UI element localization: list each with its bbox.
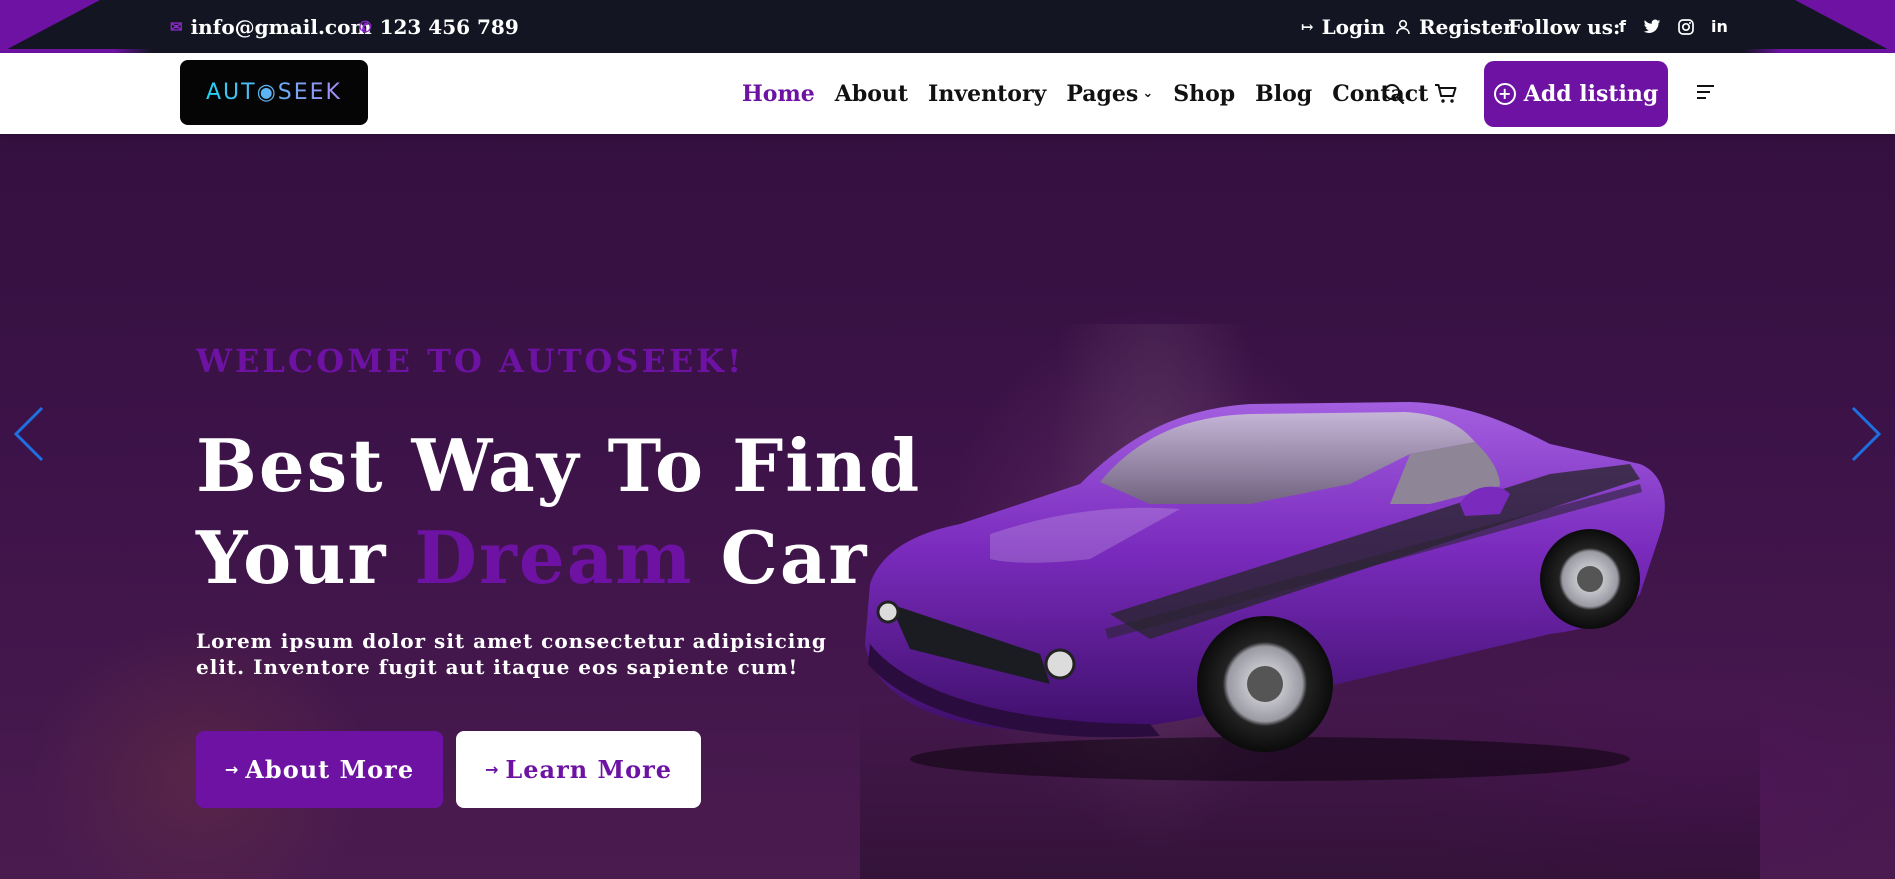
login-link[interactable]: ↦ Login	[1301, 0, 1385, 53]
follow-us-label: Follow us:	[1508, 0, 1620, 53]
instagram-icon[interactable]	[1678, 18, 1694, 35]
add-listing-label: Add listing	[1523, 81, 1659, 107]
nav-inventory[interactable]: Inventory	[928, 81, 1046, 107]
linkedin-icon[interactable]: in	[1711, 17, 1728, 36]
chevron-down-icon: ⌄	[1142, 86, 1154, 101]
logo-text: AUT◉SEEK	[206, 80, 342, 105]
arrow-right-icon: →	[484, 760, 500, 779]
learn-more-label: Learn More	[505, 755, 673, 784]
learn-more-button[interactable]: → Learn More	[456, 731, 701, 808]
phone-icon: ✆	[359, 17, 372, 36]
add-listing-button[interactable]: + Add listing	[1484, 61, 1668, 127]
nav-contact[interactable]: Contact	[1332, 81, 1428, 107]
mail-icon: ✉	[170, 17, 183, 36]
plus-circle-icon: +	[1493, 83, 1516, 105]
login-label: Login	[1321, 14, 1386, 39]
nav-pages-label: Pages	[1066, 80, 1139, 107]
next-slide-arrow-icon[interactable]	[1845, 404, 1885, 464]
hero-slider: WELCOME TO AUTOSEEK! Best Way To Find Yo…	[0, 134, 1895, 879]
about-more-button[interactable]: → About More	[196, 731, 443, 808]
hero-welcome: WELCOME TO AUTOSEEK!	[196, 342, 745, 380]
email-text: info@gmail.com	[190, 14, 372, 39]
hero-description: Lorem ipsum dolor sit amet consectetur a…	[196, 629, 827, 679]
register-link[interactable]: Register	[1395, 0, 1514, 53]
headline-line-1: Best Way To Find	[196, 423, 922, 508]
topbar-right-accent	[1795, 0, 1895, 53]
nav-pages[interactable]: Pages ⌄	[1066, 81, 1153, 107]
register-label: Register	[1419, 14, 1514, 39]
login-icon: ↦	[1301, 17, 1314, 36]
cart-icon	[1435, 83, 1457, 103]
user-icon	[1396, 19, 1410, 34]
phone-text: 123 456 789	[379, 14, 519, 39]
topbar-left-accent	[0, 0, 100, 53]
arrow-right-icon: →	[224, 760, 240, 779]
nav-blog[interactable]: Blog	[1255, 81, 1312, 107]
twitter-icon[interactable]	[1643, 19, 1661, 35]
nav-home[interactable]: Home	[742, 81, 815, 107]
about-more-label: About More	[245, 755, 415, 784]
headline-line-2: Your Dream Car	[196, 512, 921, 604]
facebook-icon[interactable]: f	[1619, 17, 1626, 36]
hero-headline: Best Way To Find Your Dream Car	[196, 420, 921, 604]
menu-icon[interactable]	[1697, 85, 1714, 103]
nav-about[interactable]: About	[835, 81, 908, 107]
hero-car-image	[865, 402, 1665, 781]
topbar-email[interactable]: ✉ info@gmail.com	[170, 0, 372, 53]
social-links: f in	[1619, 0, 1728, 53]
search-button[interactable]	[1383, 53, 1405, 134]
headline-highlight: Dream	[414, 515, 694, 600]
top-bar: ✉ info@gmail.com ✆ 123 456 789 ↦ Login R…	[0, 0, 1895, 53]
headline-car: Car	[693, 515, 869, 600]
follow-us-text: Follow us:	[1508, 14, 1621, 39]
nav-shop[interactable]: Shop	[1173, 81, 1235, 107]
prev-slide-arrow-icon[interactable]	[10, 404, 50, 464]
site-logo[interactable]: AUT◉SEEK	[180, 60, 368, 125]
topbar-phone[interactable]: ✆ 123 456 789	[359, 0, 519, 53]
headline-your: Your	[196, 515, 415, 600]
nav-links: Home About Inventory Pages ⌄ Shop Blog C…	[742, 53, 1428, 134]
cart-button[interactable]	[1434, 53, 1458, 134]
main-navbar: AUT◉SEEK Home About Inventory Pages ⌄ Sh…	[0, 53, 1895, 134]
search-icon	[1384, 83, 1405, 104]
